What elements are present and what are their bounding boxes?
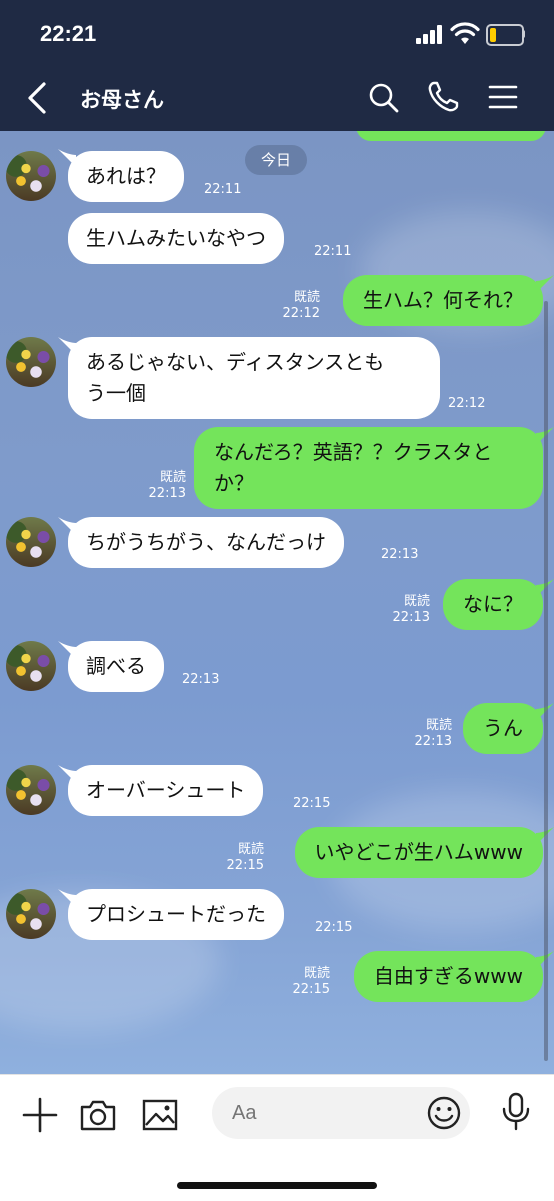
- read-receipt: 既読: [425, 718, 452, 733]
- signal-icon: [416, 24, 444, 44]
- message-bubble-out[interactable]: なに？: [443, 579, 543, 630]
- avatar[interactable]: [6, 765, 56, 815]
- message-time: 22:13: [182, 672, 220, 687]
- search-icon[interactable]: [366, 80, 400, 114]
- avatar[interactable]: [6, 641, 56, 691]
- message-time: 22:15: [293, 796, 331, 811]
- message-time: 22:11: [314, 244, 352, 259]
- avatar[interactable]: [6, 151, 56, 201]
- message-time: 22:13: [148, 486, 186, 501]
- status-time: 22:21: [40, 21, 97, 46]
- read-receipt: 既読: [293, 290, 320, 305]
- mic-icon[interactable]: [496, 1091, 536, 1131]
- wifi-icon: [450, 22, 480, 44]
- message-bubble-in[interactable]: あれは？: [68, 151, 184, 202]
- message-bubble-in[interactable]: ちがうちがう、なんだっけ: [68, 517, 344, 568]
- message-bubble-out[interactable]: 生ハム？何それ？: [343, 275, 543, 326]
- phone-icon[interactable]: [426, 80, 460, 114]
- chevron-left-icon[interactable]: [22, 80, 54, 116]
- message-bubble-in[interactable]: 調べる: [68, 641, 164, 692]
- read-receipt: 既読: [303, 966, 330, 981]
- message-time: 22:13: [392, 610, 430, 625]
- message-time: 22:15: [292, 982, 330, 997]
- camera-icon[interactable]: [78, 1095, 118, 1135]
- home-indicator: [177, 1182, 377, 1189]
- message-bubble-in[interactable]: 生ハムみたいなやつ: [68, 213, 284, 264]
- message-time: 22:12: [448, 396, 486, 411]
- avatar[interactable]: [6, 889, 56, 939]
- previous-message-bubble: [356, 131, 546, 141]
- message-bubble-out[interactable]: なんだろ？英語？？クラスタと か？: [194, 427, 543, 509]
- read-receipt: 既読: [159, 470, 186, 485]
- menu-icon[interactable]: [486, 80, 520, 114]
- message-bubble-in[interactable]: プロシュートだった: [68, 889, 284, 940]
- message-time: 22:13: [414, 734, 452, 749]
- battery-cap: [522, 30, 525, 38]
- avatar[interactable]: [6, 517, 56, 567]
- message-bubble-in[interactable]: オーバーシュート: [68, 765, 264, 816]
- battery-icon: [486, 24, 524, 46]
- avatar[interactable]: [6, 337, 56, 387]
- emoji-icon[interactable]: [424, 1093, 464, 1133]
- message-time: 22:15: [226, 858, 264, 873]
- message-bubble-out[interactable]: いやどこが生ハムwww: [294, 827, 543, 878]
- scrollbar[interactable]: [544, 301, 548, 1061]
- top-bar: 22:21 お母さん: [0, 0, 554, 131]
- read-receipt: 既読: [237, 842, 264, 857]
- plus-icon[interactable]: [20, 1095, 60, 1135]
- chat-area[interactable]: 今日 あれは？ 22:11 生ハムみたいなやつ 22:11 既読 22:12 生…: [0, 131, 554, 1074]
- message-time: 22:11: [204, 182, 242, 197]
- image-icon[interactable]: [140, 1095, 180, 1135]
- message-bubble-in[interactable]: あるじゃない、ディスタンスとも う一個: [68, 337, 440, 419]
- message-bubble-out[interactable]: 自由すぎるwww: [353, 951, 543, 1002]
- read-receipt: 既読: [403, 594, 430, 609]
- message-time: 22:12: [282, 306, 320, 321]
- date-separator: 今日: [245, 145, 307, 175]
- message-time: 22:13: [381, 547, 419, 562]
- bubble-tail: [536, 275, 554, 293]
- message-bubble-out[interactable]: うん: [463, 703, 543, 754]
- message-time: 22:15: [315, 920, 353, 935]
- contact-name[interactable]: お母さん: [80, 84, 164, 114]
